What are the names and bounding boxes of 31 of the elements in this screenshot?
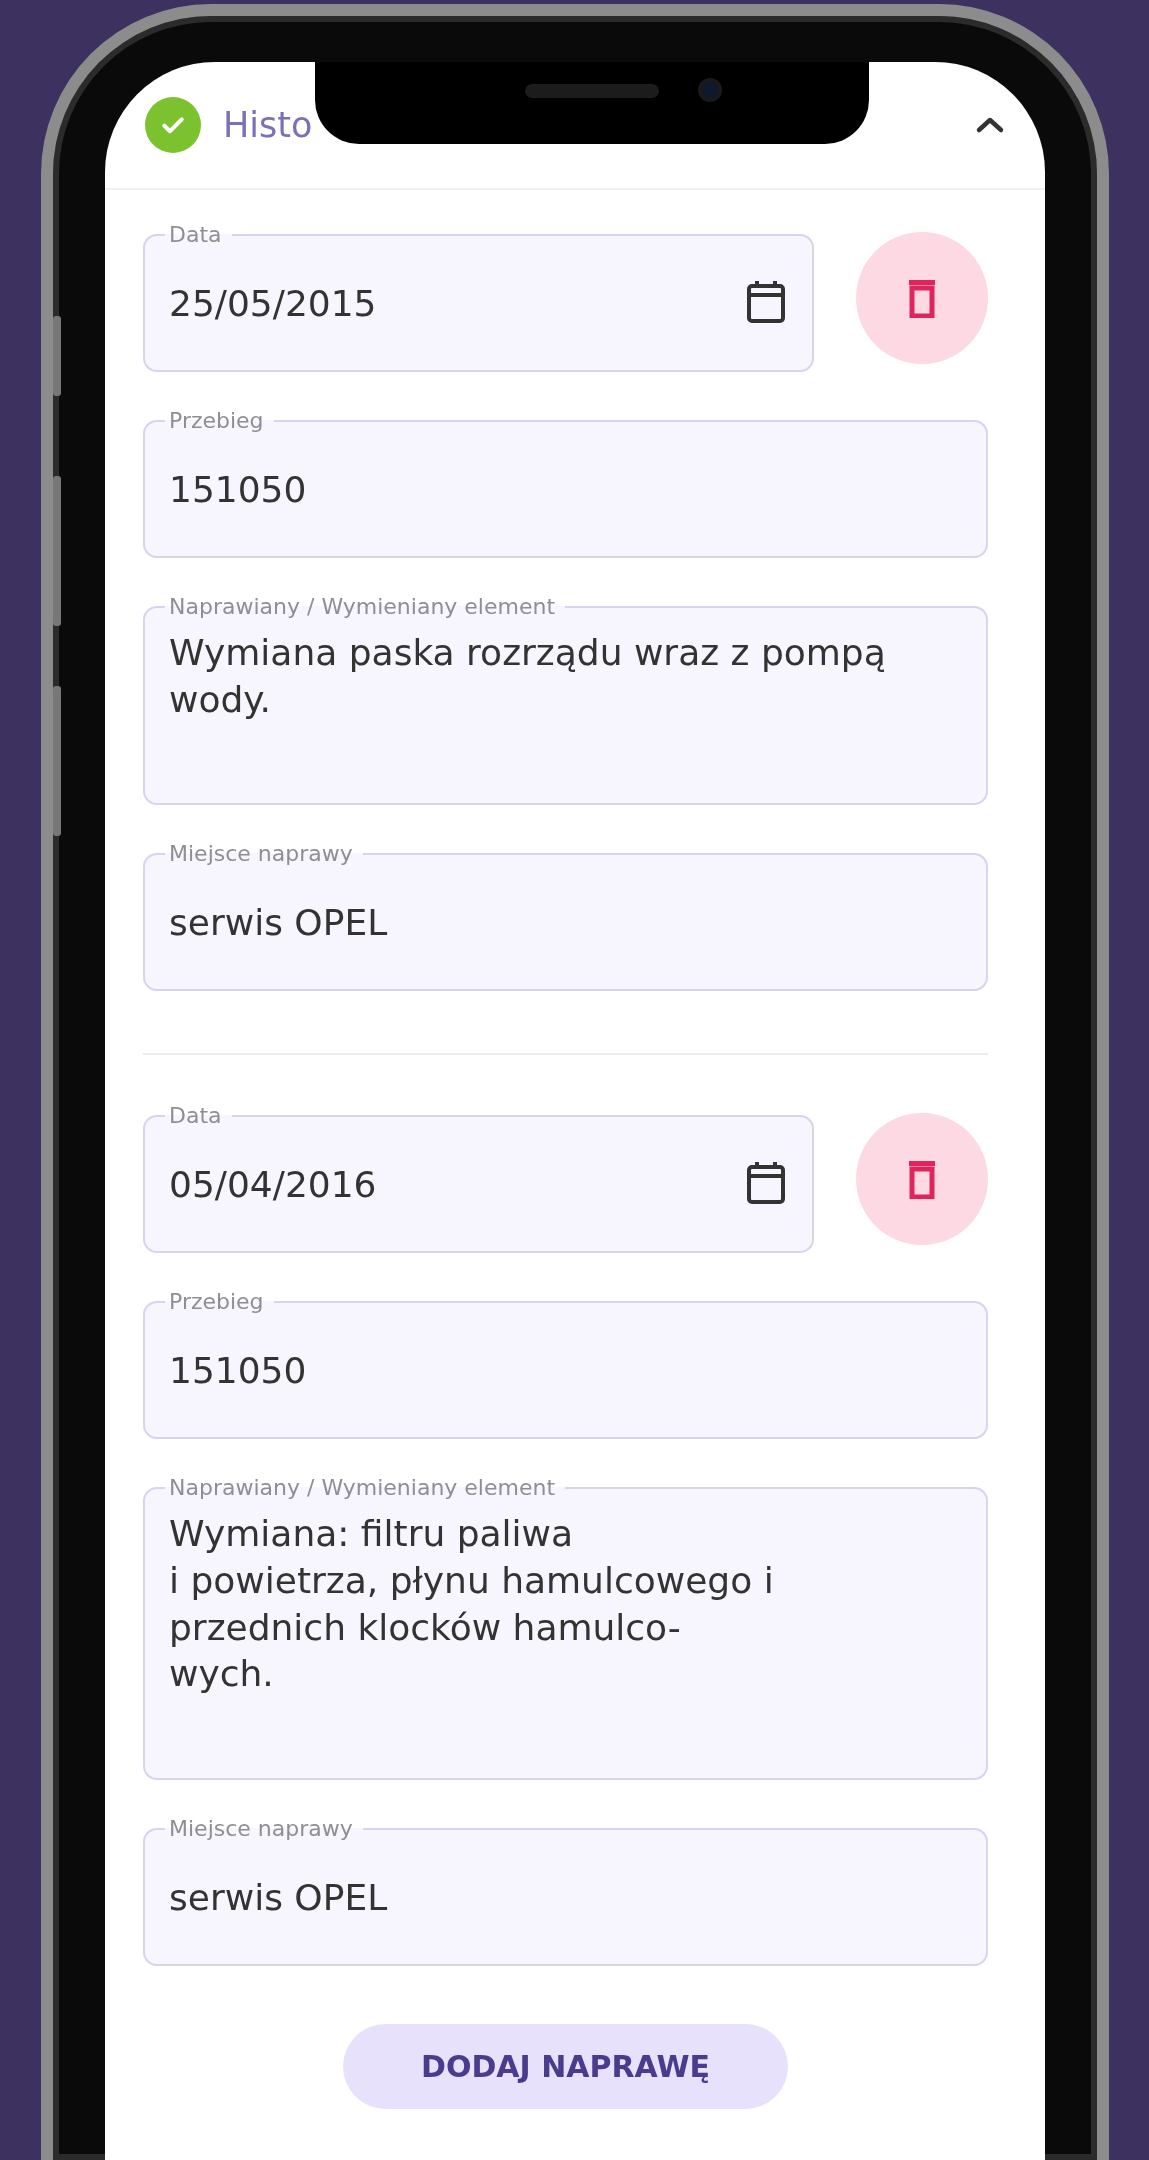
field-label: Naprawiany / Wymieniany element: [168, 596, 557, 618]
chevron-icon[interactable]: [975, 115, 1005, 135]
date-field[interactable]: 25/05/2015: [169, 246, 740, 370]
field-label: Data: [168, 224, 223, 246]
field-label: Miejsce naprawy: [168, 843, 354, 865]
trash-icon: [908, 1159, 936, 1199]
input-field[interactable]: Data 25/05/2015: [143, 224, 814, 372]
input-field[interactable]: Miejsce naprawy serwis OPEL: [143, 843, 988, 991]
element-field[interactable]: Wymiana paska rozrządu wraz z pompą wody.: [169, 618, 964, 796]
date-field[interactable]: 05/04/2016: [169, 1127, 740, 1251]
add-repair-button[interactable]: DODAJ NAPRAWĘ: [343, 2024, 788, 2109]
calendar-icon[interactable]: [746, 280, 786, 324]
input-field[interactable]: Naprawiany / Wymieniany element Wymiana: filtru paliwa i powietrza, płynu hamulcowego i przednich klocków hamulco- wych.: [143, 1477, 988, 1780]
input-field[interactable]: Miejsce naprawy serwis OPEL: [143, 1818, 988, 1966]
place-field[interactable]: serwis OPEL: [169, 865, 964, 989]
mileage-field[interactable]: 151050: [169, 432, 964, 556]
field-label: Miejsce naprawy: [168, 1818, 354, 1840]
mileage-field[interactable]: 151050: [169, 1313, 964, 1437]
field-label: Data: [168, 1105, 223, 1127]
input-field[interactable]: Naprawiany / Wymieniany element Wymiana paska rozrządu wraz z pompą wody.: [143, 596, 988, 805]
field-label: Przebieg: [168, 410, 265, 432]
input-field[interactable]: Przebieg 151050: [143, 1291, 988, 1439]
input-field[interactable]: Data 05/04/2016: [143, 1105, 814, 1253]
trash-icon: [908, 278, 936, 318]
element-field[interactable]: Wymiana: filtru paliwa i powietrza, płynu hamulcowego i przednich klocków hamulco- wych.: [169, 1499, 964, 1771]
calendar-icon[interactable]: [746, 1161, 786, 1205]
field-label: Naprawiany / Wymieniany element: [168, 1477, 557, 1499]
section-title: Histo: [223, 103, 313, 147]
field-label: Przebieg: [168, 1291, 265, 1313]
place-field[interactable]: serwis OPEL: [169, 1840, 964, 1964]
input-field[interactable]: Przebieg 151050: [143, 410, 988, 558]
